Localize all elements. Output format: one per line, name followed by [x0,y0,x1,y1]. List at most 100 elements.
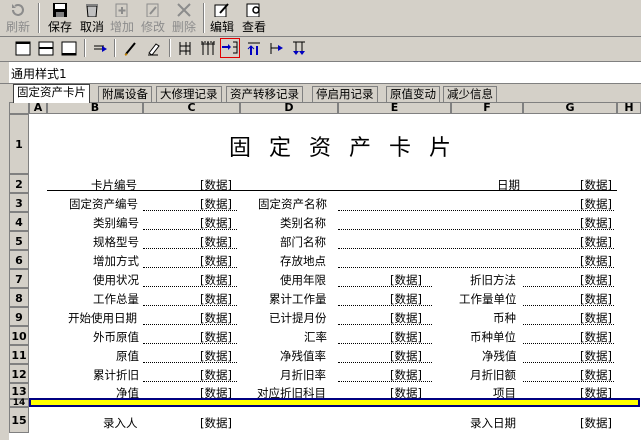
eraser-icon[interactable] [145,40,163,57]
border-top-icon[interactable] [14,40,32,57]
tab-asset-card[interactable]: 固定资产卡片 [13,84,90,103]
start-date-value[interactable]: [数据] [200,310,232,326]
status-value[interactable]: [数据] [200,272,232,288]
currency-unit-label: 币种单位 [470,330,516,344]
years-value[interactable]: [数据] [390,272,422,288]
row-header-7[interactable]: 7 [9,269,29,288]
spec-label: 规格型号 [93,235,139,249]
border-middle-icon[interactable] [37,40,55,57]
style-row-gutter [0,62,9,83]
tab-value-change[interactable]: 原值变动 [386,86,440,102]
fc-value-value[interactable]: [数据] [200,329,232,345]
modify-label: 修改 [140,20,165,34]
row-header-1[interactable]: 1 [9,114,29,174]
col-header-e[interactable]: E [338,102,451,114]
main-toolbar: 刷新 保存 取消 增加 修改 删除 编辑 查看 [0,0,641,37]
insert-column-icon[interactable] [176,40,194,57]
align-right-icon[interactable] [268,40,286,57]
rate-value[interactable]: [数据] [390,329,422,345]
border-bottom-icon[interactable] [60,40,78,57]
acc-workload-value[interactable]: [数据] [390,291,422,307]
card-grid[interactable]: A B C D E F G H 1 2 3 4 5 6 7 8 9 10 11 … [9,102,641,440]
toolbar-separator [169,39,171,57]
delete-button[interactable]: 删除 [170,2,198,34]
edit-button[interactable]: 编辑 [208,2,236,34]
asset-code-label: 固定资产编号 [69,197,138,211]
col-header-h[interactable]: H [617,102,641,114]
pencil-icon[interactable] [122,40,140,57]
col-header-c[interactable]: C [143,102,240,114]
grid-corner[interactable] [9,102,29,114]
tab-transfer-record[interactable]: 资产转移记录 [226,86,303,102]
currency-unit-value[interactable]: [数据] [580,329,612,345]
dept-value[interactable]: [数据] [580,234,612,250]
card-title: 固定资产卡片 [229,136,470,161]
entry-date-value[interactable]: [数据] [580,415,612,431]
cancel-button[interactable]: 取消 [78,2,106,34]
residual-rate-value[interactable]: [数据] [390,348,422,364]
format-toolbar [0,37,641,62]
refresh-button[interactable]: 刷新 [2,2,34,34]
entry-date-label: 录入日期 [470,416,516,430]
row-header-9[interactable]: 9 [9,307,29,326]
align-down-icon[interactable] [290,40,308,57]
refresh-label: 刷新 [5,20,30,34]
spec-value[interactable]: [数据] [200,234,232,250]
toolbar-separator [38,3,40,33]
tab-overhaul-record[interactable]: 大修理记录 [156,86,222,102]
asset-name-value[interactable]: [数据] [580,196,612,212]
align-top-icon[interactable] [245,40,263,57]
residual-value[interactable]: [数据] [580,348,612,364]
monthly-amt-label: 月折旧额 [470,368,516,382]
monthly-rate-value[interactable]: [数据] [390,367,422,383]
delete-column-icon[interactable] [199,40,217,57]
row-header-8[interactable]: 8 [9,288,29,307]
depr-method-value[interactable]: [数据] [580,272,612,288]
row-header-10[interactable]: 10 [9,326,29,345]
depr-months-label: 已计提月份 [269,311,327,325]
col-header-a[interactable]: A [29,102,47,114]
row-header-11[interactable]: 11 [9,345,29,364]
depr-months-value[interactable]: [数据] [390,310,422,326]
wrap-arrow-icon[interactable] [92,40,110,57]
row-header-6[interactable]: 6 [9,250,29,269]
save-button[interactable]: 保存 [46,2,74,34]
header-rule [47,190,617,191]
modify-button[interactable]: 修改 [139,2,167,34]
entered-by-value[interactable]: [数据] [200,415,232,431]
currency-value[interactable]: [数据] [580,310,612,326]
col-header-b[interactable]: B [47,102,143,114]
workload-unit-value[interactable]: [数据] [580,291,612,307]
row-header-15[interactable]: 15 [9,407,29,433]
asset-code-value[interactable]: [数据] [200,196,232,212]
acc-depr-value[interactable]: [数据] [200,367,232,383]
row-header-3[interactable]: 3 [9,193,29,212]
row-header-12[interactable]: 12 [9,364,29,383]
style-name-field[interactable]: 通用样式1 [0,62,641,84]
col-header-f[interactable]: F [451,102,523,114]
orig-value-value[interactable]: [数据] [200,348,232,364]
orig-value-label: 原值 [116,349,139,363]
location-value[interactable]: [数据] [580,253,612,269]
selected-row-14[interactable] [29,398,640,407]
card-tabs: 固定资产卡片 附属设备 大修理记录 资产转移记录 停启用记录 原值变动 减少信息 [9,84,641,103]
add-method-value[interactable]: [数据] [200,253,232,269]
row-header-13[interactable]: 13 [9,383,29,399]
dept-label: 部门名称 [280,235,326,249]
category-code-value[interactable]: [数据] [200,215,232,231]
add-button[interactable]: 增加 [108,2,136,34]
col-header-d[interactable]: D [240,102,338,114]
workload-value[interactable]: [数据] [200,291,232,307]
tab-attached-equipment[interactable]: 附属设备 [98,86,152,102]
row-header-2[interactable]: 2 [9,174,29,193]
col-header-g[interactable]: G [523,102,617,114]
row-header-4[interactable]: 4 [9,212,29,231]
tab-reduction-info[interactable]: 减少信息 [443,86,497,102]
tab-suspend-record[interactable]: 停启用记录 [312,86,378,102]
row-header-5[interactable]: 5 [9,231,29,250]
monthly-amt-value[interactable]: [数据] [580,367,612,383]
row-header-14[interactable]: 14 [9,399,29,408]
merge-cells-button[interactable] [220,38,240,58]
category-name-value[interactable]: [数据] [580,215,612,231]
view-button[interactable]: 查看 [240,2,268,34]
